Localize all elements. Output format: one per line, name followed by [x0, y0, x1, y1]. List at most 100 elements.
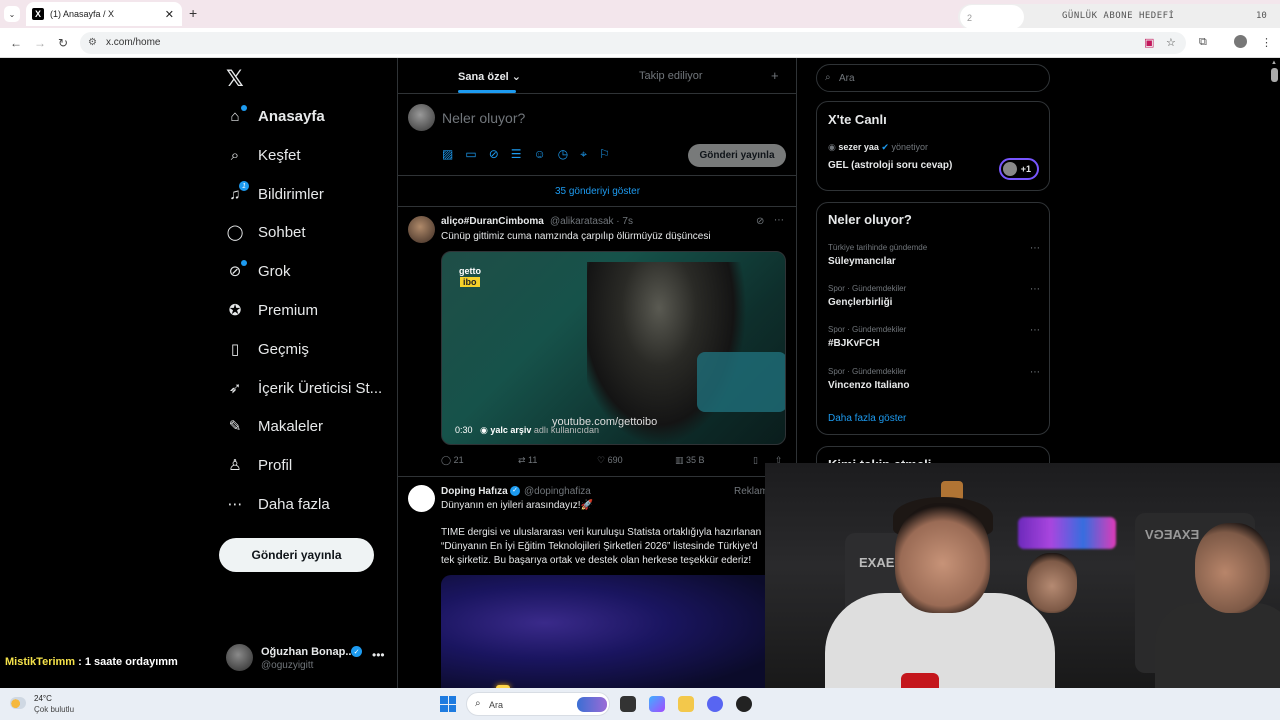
- trend-item[interactable]: Türkiye tarihinde gündemde Süleymancılar…: [828, 243, 1040, 267]
- video-source[interactable]: ◉ yalc arşiv adlı kullanıcıdan: [480, 425, 599, 436]
- tweet-author-handle[interactable]: @alikaratasak · 7s: [550, 216, 633, 227]
- obs-icon[interactable]: [736, 696, 752, 712]
- location-icon[interactable]: ⌖: [580, 147, 587, 162]
- tweet-author-name[interactable]: Doping Hafıza: [441, 486, 508, 497]
- trend-item[interactable]: Spor · Gündemdekiler Gençlerbirliği ⋯: [828, 284, 1040, 308]
- sidebar-item-label: İçerik Üreticisi St...: [258, 379, 383, 397]
- url-text: x.com/home: [106, 37, 161, 48]
- rocket-icon: ➶: [228, 380, 242, 397]
- trend-more-icon[interactable]: ⋯: [1030, 243, 1040, 254]
- tweet-author-handle[interactable]: @dopinghafiza: [524, 486, 591, 497]
- trend-more-icon[interactable]: ⋯: [1030, 284, 1040, 295]
- sidebar-item-label: Grok: [258, 262, 291, 280]
- menu-icon[interactable]: ⋮: [1261, 36, 1272, 49]
- reload-icon[interactable]: ↻: [58, 36, 68, 50]
- avatar: [408, 104, 435, 131]
- sidebar-item-home[interactable]: ⌂ Anasayfa: [226, 104, 325, 128]
- bookmark-icon[interactable]: ▯: [753, 455, 758, 466]
- grok-icon[interactable]: ⊘: [489, 147, 499, 162]
- webcam-overlay: EXAEGV EXAEGV: [765, 463, 1280, 720]
- trend-category: Türkiye tarihinde gündemde: [828, 243, 928, 252]
- discord-icon[interactable]: [707, 696, 723, 712]
- active-tab-indicator: [458, 90, 516, 93]
- tweet-author-name[interactable]: aliço#DuranCimboma: [441, 216, 544, 227]
- tab-following[interactable]: Takip ediliyor: [639, 70, 703, 82]
- show-more-link[interactable]: Daha fazla göster: [828, 413, 906, 424]
- tweet-image[interactable]: [441, 575, 786, 695]
- windows-start-icon[interactable]: [440, 696, 456, 712]
- trend-more-icon[interactable]: ⋯: [1030, 325, 1040, 336]
- flag-icon[interactable]: ⚐: [599, 147, 610, 162]
- trend-more-icon[interactable]: ⋯: [1030, 367, 1040, 378]
- add-tab-icon[interactable]: +: [771, 68, 779, 83]
- tab-close-icon[interactable]: ✕: [165, 8, 174, 21]
- scroll-up-icon[interactable]: ▲: [1271, 60, 1277, 66]
- profile-avatar[interactable]: [1234, 35, 1247, 48]
- sidebar-item-bookmarks[interactable]: ▯ Geçmiş: [226, 337, 309, 361]
- grok-icon[interactable]: ⊘: [756, 216, 764, 227]
- avatar[interactable]: [408, 485, 435, 512]
- avatar: [1003, 162, 1017, 176]
- x-logo-icon[interactable]: 𝕏: [226, 66, 244, 92]
- avatar[interactable]: [408, 216, 435, 243]
- new-tab-button[interactable]: +: [189, 5, 197, 21]
- gif-icon[interactable]: ▭: [465, 147, 476, 162]
- like-button[interactable]: ♡ 690: [597, 455, 623, 466]
- live-listeners-pill[interactable]: +1: [999, 158, 1039, 180]
- extensions-icon[interactable]: ⧉: [1199, 36, 1207, 49]
- trend-item[interactable]: Spor · Gündemdekiler #BJKvFCH ⋯: [828, 325, 1040, 349]
- trends-title: Neler oluyor?: [828, 212, 912, 227]
- forward-icon[interactable]: →: [34, 36, 46, 50]
- account-switcher[interactable]: Oğuzhan Bonap... ✓ @oguzyigitt •••: [226, 644, 386, 674]
- sidebar-item-notifications[interactable]: ♫ 1 Bildirimler: [226, 181, 324, 206]
- weather-icon: [10, 697, 26, 709]
- account-more-icon[interactable]: •••: [372, 648, 385, 662]
- sidebar-item-premium[interactable]: ✪ Premium: [226, 298, 318, 322]
- taskbar-search[interactable]: ⌕ Ara: [466, 692, 610, 716]
- sidebar-item-profile[interactable]: ♙ Profil: [226, 453, 292, 477]
- tweet-video[interactable]: getto ibo youtube.com/gettoibo 0:30 ◉ ya…: [441, 251, 786, 445]
- tab-for-you[interactable]: Sana özel ⌄: [458, 70, 521, 83]
- scrollbar-thumb[interactable]: [1271, 68, 1278, 82]
- live-host[interactable]: ◉ sezer yaa ✔ yönetiyor: [828, 142, 928, 153]
- sidebar-item-more[interactable]: ⋯ Daha fazla: [226, 492, 330, 516]
- tab-search-button[interactable]: ⌄: [4, 6, 20, 22]
- reply-button[interactable]: ◯ 21: [441, 455, 464, 466]
- more-icon: ⋯: [227, 496, 243, 513]
- tweet-more-icon[interactable]: ⋯: [774, 215, 784, 226]
- search-input[interactable]: ⌕ Ara: [816, 64, 1050, 92]
- copilot-icon[interactable]: [649, 696, 665, 712]
- sidebar-item-grok[interactable]: ⊘ Grok: [226, 259, 291, 283]
- tweet-divider: [398, 476, 797, 477]
- goal-target: 10: [1256, 11, 1267, 21]
- live-stream-title[interactable]: GEL (astroloji soru cevap): [828, 160, 952, 171]
- poll-icon[interactable]: ☰: [511, 147, 522, 162]
- sidebar-item-explore[interactable]: ⌕ Keşfet: [226, 143, 301, 167]
- emoji-icon[interactable]: ☺: [534, 147, 546, 162]
- trend-item[interactable]: Spor · Gündemdekiler Vincenzo Italiano ⋯: [828, 367, 1040, 391]
- retweet-button[interactable]: ⇄ 11: [518, 455, 537, 466]
- url-field[interactable]: ⚙ x.com/home: [80, 32, 1186, 54]
- sidebar-item-label: Profil: [258, 456, 293, 474]
- sidebar-item-articles[interactable]: ✎ Makaleler: [226, 414, 323, 438]
- schedule-icon[interactable]: ◷: [558, 147, 568, 162]
- site-info-icon[interactable]: ⚙: [88, 37, 97, 48]
- task-view-icon[interactable]: [620, 696, 636, 712]
- cast-icon[interactable]: ▣: [1144, 36, 1154, 49]
- back-icon[interactable]: ←: [10, 36, 22, 50]
- compose-post-button[interactable]: Gönderi yayınla: [688, 144, 786, 167]
- file-explorer-icon[interactable]: [678, 696, 694, 712]
- ad-label: Reklam: [734, 486, 768, 497]
- sidebar-item-chat[interactable]: ◯ Sohbet: [226, 220, 306, 244]
- trend-category: Spor · Gündemdekiler: [828, 367, 907, 376]
- post-button[interactable]: Gönderi yayınla: [219, 538, 374, 572]
- chat-icon: ◯: [226, 224, 244, 241]
- bookmark-star-icon[interactable]: ☆: [1166, 36, 1176, 49]
- sidebar-item-label: Sohbet: [258, 223, 306, 241]
- compose-input[interactable]: Neler oluyor?: [442, 110, 525, 126]
- sidebar-item-creator-studio[interactable]: ➶ İçerik Üreticisi St...: [226, 376, 382, 400]
- browser-tab-home[interactable]: X (1) Anasayfa / X ✕: [26, 2, 182, 26]
- show-new-posts-button[interactable]: 35 gönderiyi göster: [398, 175, 797, 207]
- image-icon[interactable]: ▨: [442, 147, 453, 162]
- views-button[interactable]: ▥ 35 B: [675, 455, 705, 466]
